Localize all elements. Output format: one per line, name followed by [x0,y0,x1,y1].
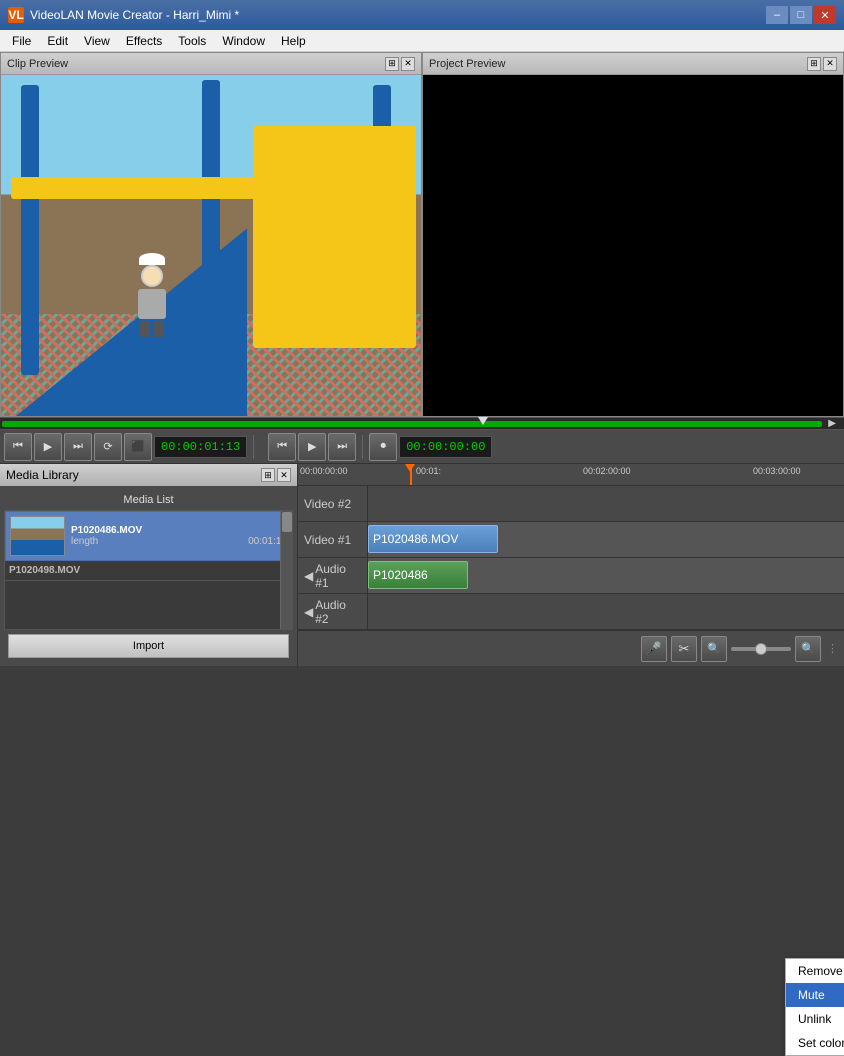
zoom-in-button[interactable]: 🔍 [795,636,821,662]
track-video2: Video #2 [298,486,844,522]
app-icon: VL [8,7,24,23]
timeline-tracks: Video #2 Video #1 P1020486.MOV [298,486,844,630]
project-preview-close[interactable]: ✕ [823,57,837,71]
audio-clip-1[interactable]: P1020486 [368,561,468,589]
menu-help[interactable]: Help [273,32,314,50]
media-library-title: Media Library [6,468,79,482]
track-audio2: ◀ Audio #2 [298,594,844,630]
project-preview-title: Project Preview [429,58,505,70]
track-label-audio1[interactable]: ◀ Audio #1 [298,558,368,593]
skip-end-button[interactable]: ⏭ [64,433,92,461]
playhead-arrow [405,464,415,472]
zoom-out-button[interactable]: 🔍 [701,636,727,662]
menu-effects[interactable]: Effects [118,32,170,50]
media-scrollbar-thumb[interactable] [282,512,292,532]
media-library-close[interactable]: ✕ [277,468,291,482]
media-item-2[interactable]: P1020498.MOV [5,561,292,581]
timeline-ruler: 00:00:00:00 00:01: 00:02:00:00 00:03:00:… [298,464,844,486]
menu-bar: File Edit View Effects Tools Window Help [0,30,844,52]
proj-record-button[interactable]: ⏺ [369,433,397,461]
media-thumbnail [10,516,65,556]
media-length-label: length [71,536,98,547]
close-button[interactable]: ✕ [814,6,836,24]
timeline-area: 00:00:00:00 00:01: 00:02:00:00 00:03:00:… [298,464,844,666]
proj-time-display: 00:00:00:00 [399,436,492,458]
scissors-button[interactable]: ✂ [671,636,697,662]
scrubber-thumb[interactable] [478,417,488,425]
maximize-button[interactable]: □ [790,6,812,24]
video-clip-1[interactable]: P1020486.MOV [368,525,498,553]
capture-button[interactable]: ⬛ [124,433,152,461]
ctx-unlink[interactable]: Unlink [786,1007,844,1031]
track-label-audio2[interactable]: ◀ Audio #2 [298,594,368,629]
media-library: Media Library ⊞ ✕ Media List P1020486.M [0,464,298,666]
proj-skip-end-button[interactable]: ⏭ [328,433,356,461]
track-label-video1: Video #1 [298,522,368,557]
minimize-button[interactable]: – [766,6,788,24]
menu-window[interactable]: Window [214,32,273,50]
track-audio1: ◀ Audio #1 P1020486 [298,558,844,594]
project-preview-video [423,75,843,416]
play-button[interactable]: ▶ [34,433,62,461]
project-preview-header: Project Preview ⊞ ✕ [423,53,843,75]
clip-preview-close[interactable]: ✕ [401,57,415,71]
proj-skip-start-button[interactable]: ⏮ [268,433,296,461]
window-controls: – □ ✕ [766,6,836,24]
clip-preview-pin[interactable]: ⊞ [385,57,399,71]
menu-tools[interactable]: Tools [170,32,214,50]
track-content-audio2[interactable] [368,594,844,629]
ruler-mark-1: 00:01: [416,466,441,476]
ctx-setcolor[interactable]: Set color [786,1031,844,1055]
track-content-audio1[interactable]: P1020486 [368,558,844,593]
ruler-mark-0: 00:00:00:00 [300,466,348,476]
menu-view[interactable]: View [76,32,118,50]
ruler-mark-2: 00:02:00:00 [583,466,631,476]
clip-preview-panel: Clip Preview ⊞ ✕ [0,52,422,417]
track-content-video1[interactable]: P1020486.MOV [368,522,844,557]
window-title: VideoLAN Movie Creator - Harri_Mimi * [30,8,239,22]
mic-button[interactable]: 🎤 [641,636,667,662]
ctx-mute[interactable]: Mute [786,983,844,1007]
zoom-slider[interactable] [731,647,791,651]
media-filename: P1020486.MOV [71,525,287,536]
project-preview-pin[interactable]: ⊞ [807,57,821,71]
menu-file[interactable]: File [4,32,39,50]
skip-start-button[interactable]: ⏮ [4,433,32,461]
ctx-remove[interactable]: Remove [786,959,844,983]
transport-row: ⏮ ▶ ⏭ ⟳ ⬛ 00:00:01:13 ⏮ ▶ ⏭ ⏺ 00:00:00:0… [0,430,844,464]
media-list-label: Media List [4,490,293,510]
clip-preview-video [1,75,421,416]
zoom-thumb[interactable] [755,643,767,655]
menu-edit[interactable]: Edit [39,32,76,50]
loop-button[interactable]: ⟳ [94,433,122,461]
track-content-video2[interactable] [368,486,844,521]
media-scrollbar[interactable] [280,511,292,629]
bottom-toolbar: 🎤 ✂ 🔍 🔍 ⋮ [298,630,844,666]
media-library-content: Media List P1020486.MOV length 00:01:19 [0,486,297,666]
import-button[interactable]: Import [8,634,289,658]
context-menu: Remove Mute Unlink Set color [785,958,844,1056]
media-item[interactable]: P1020486.MOV length 00:01:19 [5,511,292,561]
proj-play-button[interactable]: ▶ [298,433,326,461]
media-filename-2: P1020498.MOV [9,565,80,576]
clip-preview-header: Clip Preview ⊞ ✕ [1,53,421,75]
media-library-header: Media Library ⊞ ✕ [0,464,297,486]
clip-preview-title: Clip Preview [7,58,68,70]
track-label-video2: Video #2 [298,486,368,521]
media-library-pin[interactable]: ⊞ [261,468,275,482]
track-video1: Video #1 P1020486.MOV [298,522,844,558]
title-bar: VL VideoLAN Movie Creator - Harri_Mimi *… [0,0,844,30]
scrubber-bar[interactable]: ▶ [0,417,844,430]
scrubber-track[interactable] [2,421,822,427]
clip-time-display: 00:00:01:13 [154,436,247,458]
media-scroll-container[interactable]: P1020486.MOV length 00:01:19 P1020498. [4,510,293,630]
project-preview-panel: Project Preview ⊞ ✕ [422,52,844,417]
ruler-mark-3: 00:03:00:00 [753,466,801,476]
